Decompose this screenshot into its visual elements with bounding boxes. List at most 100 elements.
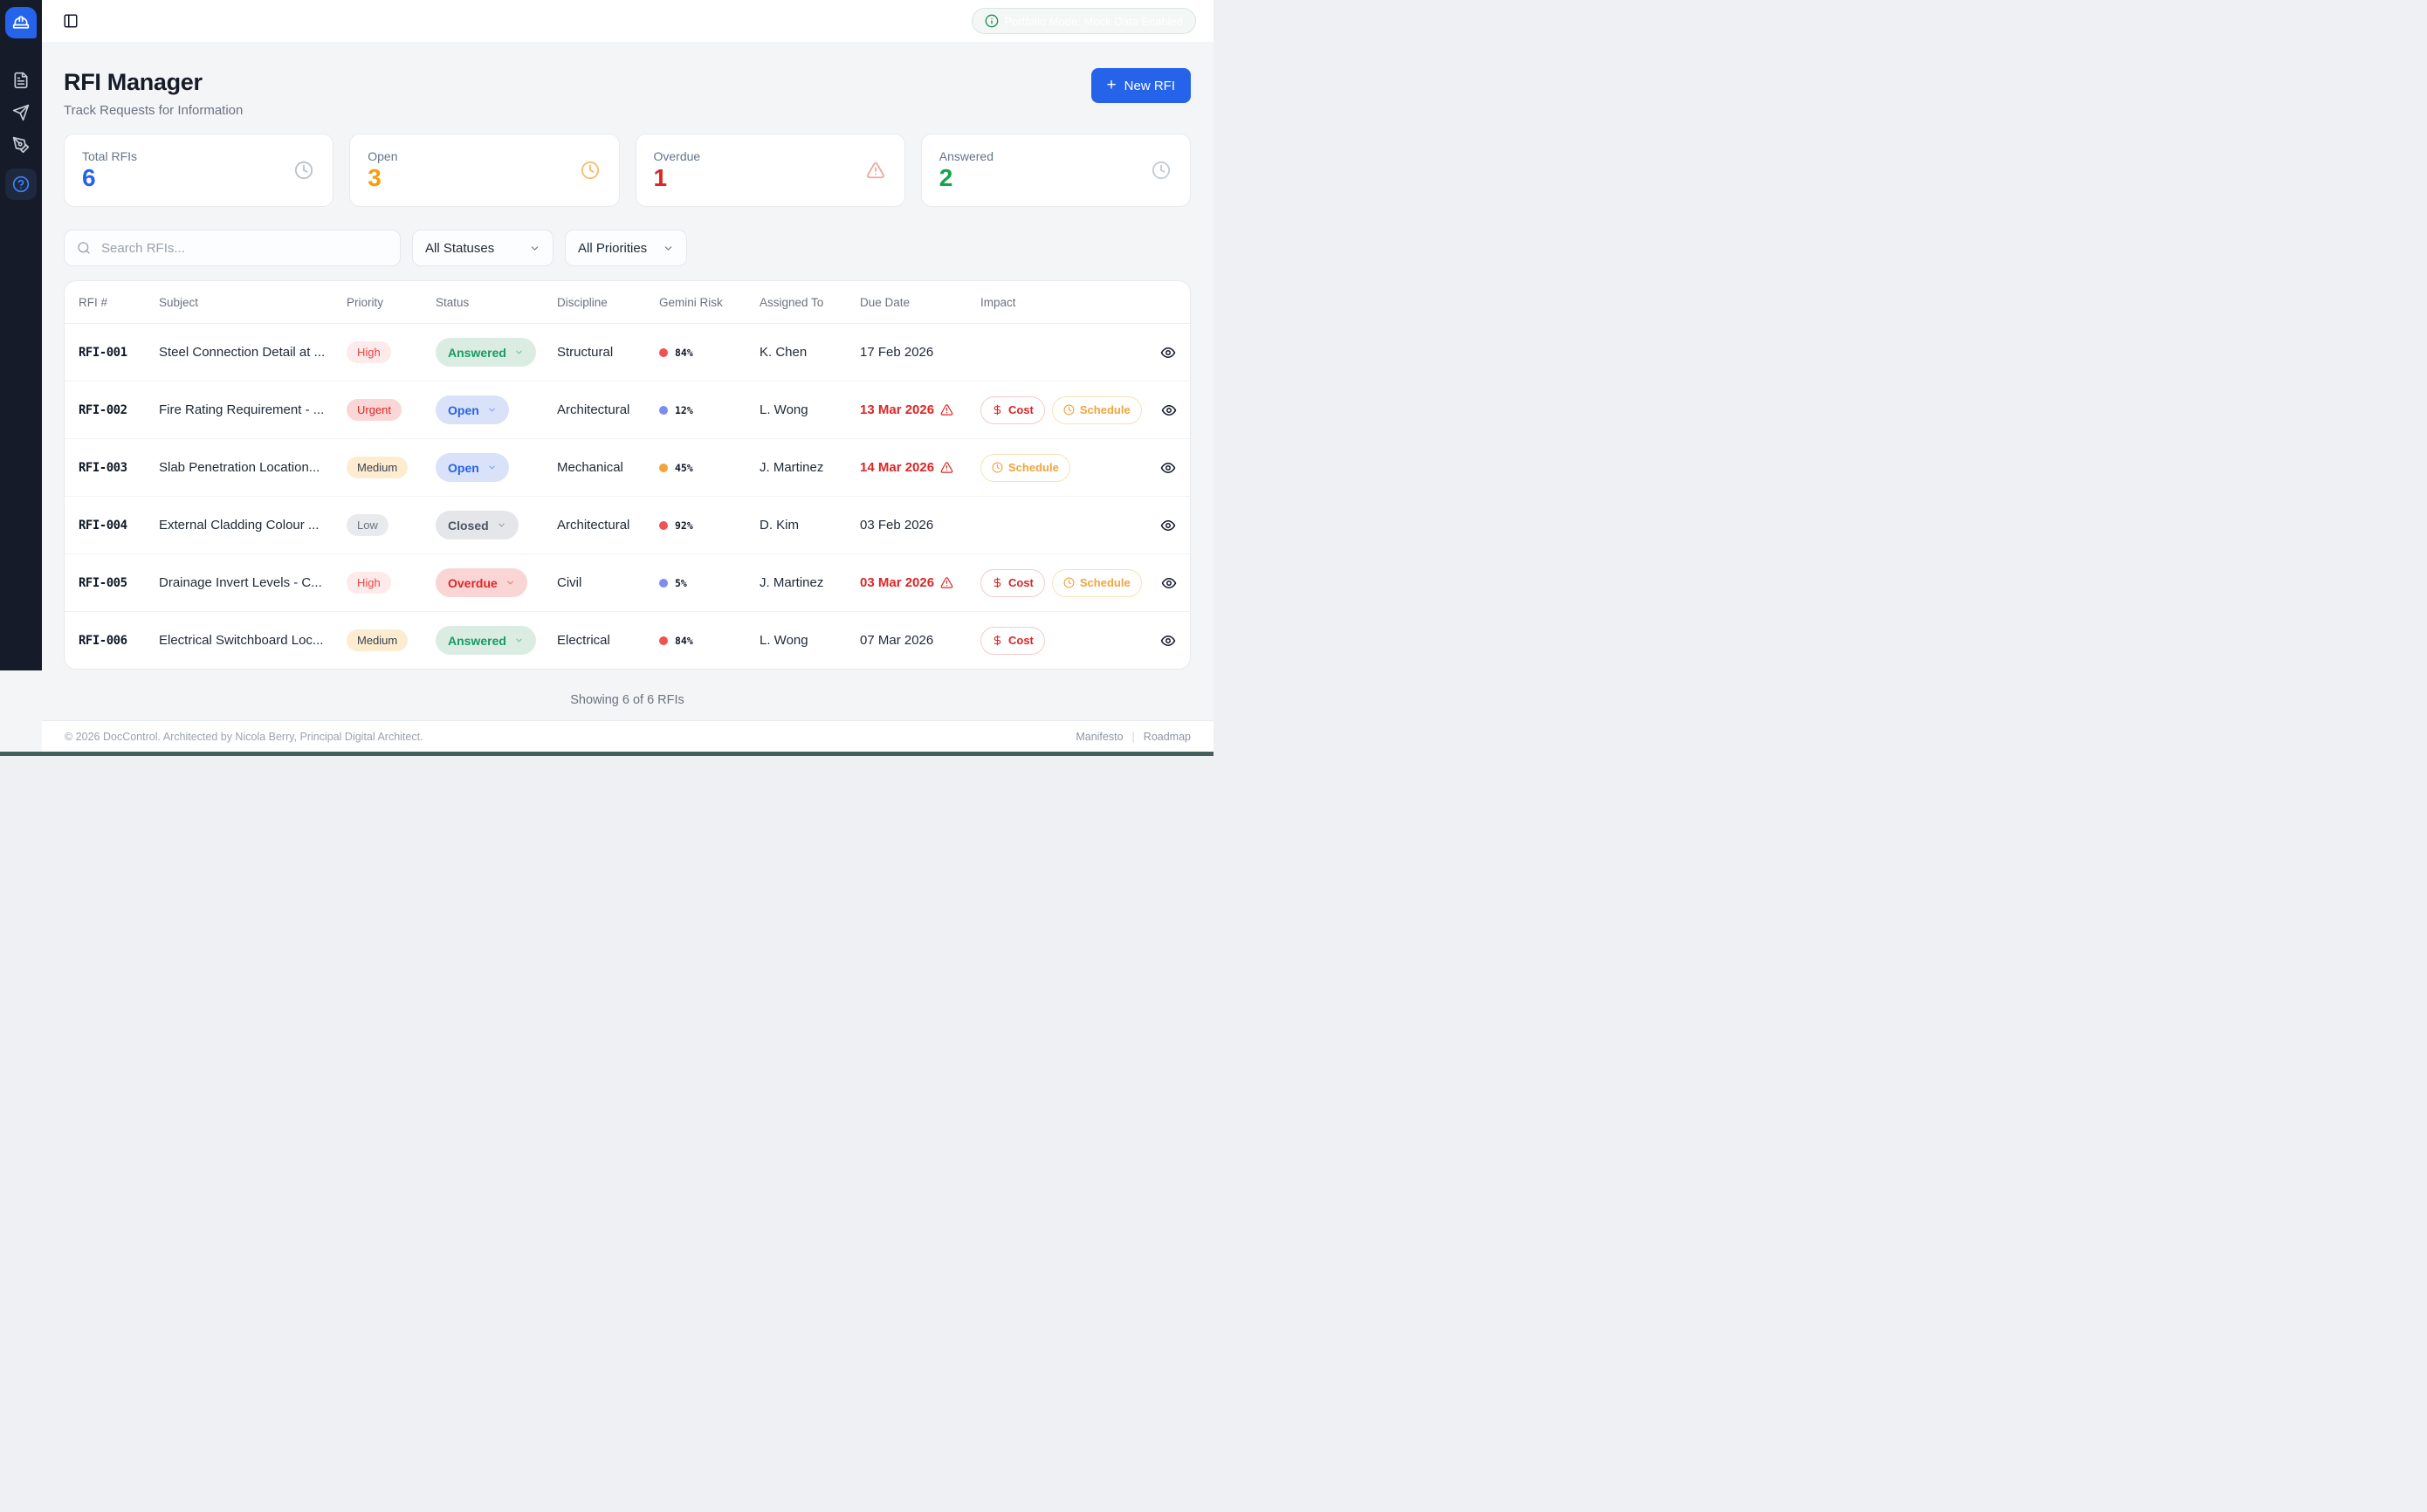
chevron-down-icon xyxy=(529,243,540,254)
sidebar-item-documents[interactable] xyxy=(12,72,30,89)
view-rfi-button[interactable] xyxy=(1161,402,1177,418)
view-rfi-button[interactable] xyxy=(1160,518,1176,533)
view-rfi-button[interactable] xyxy=(1160,633,1176,649)
chevron-down-icon xyxy=(663,243,674,254)
assigned-to: L. Wong xyxy=(760,633,808,648)
hard-hat-icon xyxy=(12,14,30,31)
risk-dot xyxy=(659,636,668,645)
rfi-id: RFI-002 xyxy=(79,402,127,417)
stat-card-open: Open 3 xyxy=(349,134,620,207)
file-text-icon xyxy=(12,72,30,89)
sidebar-item-help[interactable] xyxy=(5,168,37,200)
view-rfi-button[interactable] xyxy=(1160,345,1176,361)
priority-badge: Medium xyxy=(347,457,409,478)
clock-icon xyxy=(581,161,600,180)
column-header-gemini-risk: Gemini Risk xyxy=(659,295,723,309)
impact-badges: Cost Schedule xyxy=(980,395,1142,424)
stats-cards: Total RFIs 6 Open 3 Overdue 1 Answered 2 xyxy=(64,134,1191,207)
risk-dot xyxy=(659,578,668,588)
panel-left-icon xyxy=(63,13,79,29)
table-header-row: RFI # Subject Priority Status Discipline Gemi… xyxy=(65,281,1190,324)
search-input[interactable] xyxy=(100,239,388,257)
dollar-sign-icon xyxy=(992,635,1003,646)
new-rfi-label: New RFI xyxy=(1124,78,1175,93)
footer-link-roadmap[interactable]: Roadmap xyxy=(1144,731,1191,743)
chevron-down-icon xyxy=(505,578,515,588)
footer: © 2026 DocControl. Architected by Nicola… xyxy=(42,720,1214,752)
status-filter-select[interactable]: All Statuses xyxy=(412,230,553,266)
gemini-risk: 12% xyxy=(659,404,760,416)
search-icon xyxy=(77,241,91,255)
stat-value: 6 xyxy=(82,164,96,191)
assigned-to: J. Martinez xyxy=(760,575,824,590)
copyright-text: © 2026 DocControl. Architected by Nicola… xyxy=(65,730,423,743)
column-header-priority: Priority xyxy=(347,295,384,309)
search-box[interactable] xyxy=(64,230,401,266)
gemini-risk: 84% xyxy=(659,635,760,647)
status-select[interactable]: Closed xyxy=(436,511,519,540)
new-rfi-button[interactable]: + New RFI xyxy=(1090,68,1191,103)
sidebar-item-pen-tool[interactable] xyxy=(12,136,30,154)
view-rfi-button[interactable] xyxy=(1160,460,1176,476)
eye-icon xyxy=(1160,460,1176,476)
rfi-id: RFI-001 xyxy=(79,345,127,360)
app-logo-button[interactable] xyxy=(5,7,37,38)
clock-icon xyxy=(294,161,313,180)
rfi-subject: Drainage Invert Levels - C... xyxy=(159,575,322,590)
sidebar-toggle-button[interactable] xyxy=(63,13,79,29)
discipline: Mechanical xyxy=(557,460,623,475)
alert-triangle-icon xyxy=(940,461,953,474)
rfi-id: RFI-004 xyxy=(79,518,127,533)
stat-value: 2 xyxy=(938,164,953,191)
due-date: 07 Mar 2026 xyxy=(860,633,934,648)
topbar: Portfolio Mode: Mock Data Enabled xyxy=(42,0,1214,42)
status-select[interactable]: Open xyxy=(436,395,509,424)
clock-icon xyxy=(1063,577,1075,588)
impact-badge-cost: Cost xyxy=(980,395,1045,424)
impact-badge-schedule: Schedule xyxy=(1051,395,1142,424)
sidebar-item-send[interactable] xyxy=(12,104,30,121)
table-row-rfi-005: RFI-005 Drainage Invert Levels - C... High… xyxy=(65,554,1190,612)
stat-value: 1 xyxy=(653,164,668,191)
page-subtitle: Track Requests for Information xyxy=(64,103,244,118)
priority-badge: High xyxy=(347,341,391,363)
status-select[interactable]: Overdue xyxy=(436,568,527,597)
stat-label: Overdue xyxy=(653,149,701,163)
rfi-table: RFI # Subject Priority Status Discipline Gemi… xyxy=(64,280,1191,670)
due-date: 13 Mar 2026 xyxy=(860,402,980,417)
rfi-manager-app: Portfolio Mode: Mock Data Enabled RFI Ma… xyxy=(0,0,1214,756)
impact-badges: Schedule xyxy=(980,453,1141,482)
mode-badge-label: Portfolio Mode: Mock Data Enabled xyxy=(1004,14,1184,28)
risk-percent: 45% xyxy=(675,461,693,474)
discipline: Architectural xyxy=(557,518,630,533)
assigned-to: D. Kim xyxy=(760,518,799,533)
footer-link-separator: | xyxy=(1131,730,1135,743)
eye-icon xyxy=(1160,633,1176,649)
status-select[interactable]: Answered xyxy=(436,338,536,367)
eye-icon xyxy=(1161,575,1177,591)
risk-percent: 92% xyxy=(675,519,693,532)
risk-dot xyxy=(659,347,668,357)
table-row-rfi-001: RFI-001 Steel Connection Detail at ... Hig… xyxy=(65,324,1190,381)
due-date: 14 Mar 2026 xyxy=(860,460,980,475)
rfi-id: RFI-005 xyxy=(79,575,127,590)
risk-percent: 84% xyxy=(675,346,693,359)
priority-badge: High xyxy=(347,572,391,594)
chevron-down-icon xyxy=(514,347,524,357)
rfi-subject: Electrical Switchboard Loc... xyxy=(159,633,324,648)
status-select[interactable]: Open xyxy=(436,453,509,482)
priority-filter-select[interactable]: All Priorities xyxy=(565,230,687,266)
send-icon xyxy=(12,104,30,121)
impact-badge-cost: Cost xyxy=(980,626,1045,655)
chevron-down-icon xyxy=(487,463,497,472)
gemini-risk: 5% xyxy=(659,577,760,589)
assigned-to: K. Chen xyxy=(760,345,808,360)
mode-badge: Portfolio Mode: Mock Data Enabled xyxy=(971,8,1196,34)
risk-percent: 5% xyxy=(675,576,687,589)
results-summary: Showing 6 of 6 RFIs xyxy=(570,693,684,707)
view-rfi-button[interactable] xyxy=(1161,575,1177,591)
status-select[interactable]: Answered xyxy=(436,626,536,655)
footer-link-manifesto[interactable]: Manifesto xyxy=(1076,731,1123,743)
column-header-impact: Impact xyxy=(980,295,1016,309)
alert-triangle-icon xyxy=(940,403,953,416)
